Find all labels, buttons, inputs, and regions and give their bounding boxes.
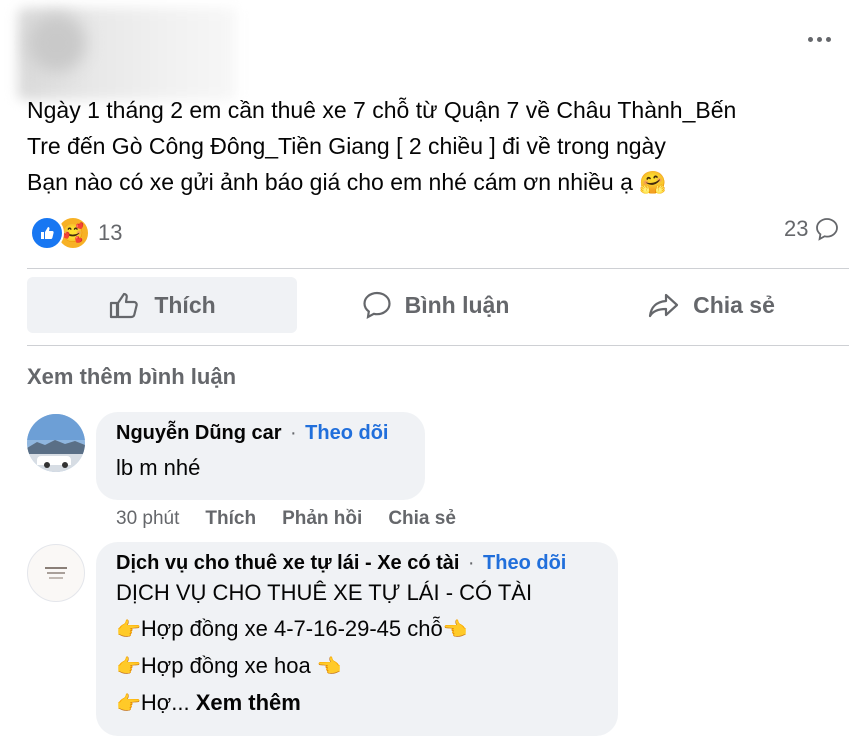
comment-bubble-icon bbox=[816, 218, 839, 241]
share-label: Chia sẻ bbox=[693, 291, 775, 318]
post-line: Tre đến Gò Công Đông_Tiền Giang [ 2 chiề… bbox=[27, 133, 666, 159]
divider bbox=[27, 268, 849, 269]
post-action-bar: Thích Bình luận Chia sẻ bbox=[27, 277, 849, 333]
comment-text-line: DỊCH VỤ CHO THUÊ XE TỰ LÁI - CÓ TÀI bbox=[116, 580, 533, 605]
comment-text-line: 👉Hợp đồng xe hoa 👈 bbox=[116, 648, 598, 685]
view-more-comments-link[interactable]: Xem thêm bình luận bbox=[27, 364, 236, 390]
follow-link[interactable]: Theo dõi bbox=[483, 552, 566, 574]
comment-like-link[interactable]: Thích bbox=[205, 508, 256, 530]
pointing-hand-icon: 👈 bbox=[316, 656, 342, 678]
thumbs-up-reaction-icon bbox=[30, 216, 64, 250]
pointing-hand-icon: 👉 bbox=[116, 656, 141, 678]
like-label: Thích bbox=[154, 291, 216, 318]
commenter-avatar[interactable] bbox=[27, 414, 85, 472]
commenter-name[interactable]: Dịch vụ cho thuê xe tự lái - Xe có tài bbox=[116, 552, 459, 574]
comment-text-line: 👉Hợp đồng xe 4-7-16-29-45 chỗ👈 bbox=[116, 611, 598, 648]
comment-bubble: Dịch vụ cho thuê xe tự lái - Xe có tài ·… bbox=[96, 542, 618, 736]
comment-time[interactable]: 30 phút bbox=[116, 508, 179, 530]
reaction-summary[interactable]: 🥰 13 bbox=[30, 214, 122, 252]
comment-meta: 30 phút Thích Phản hồi Chia sẻ bbox=[116, 508, 456, 530]
separator-dot: · bbox=[467, 552, 475, 574]
comment-count[interactable]: 23 bbox=[784, 216, 840, 242]
follow-link[interactable]: Theo dõi bbox=[305, 422, 388, 444]
reaction-count: 13 bbox=[98, 220, 123, 245]
comment-button[interactable]: Bình luận bbox=[297, 277, 573, 333]
pointing-hand-icon: 👉 bbox=[116, 619, 141, 641]
commenter-avatar[interactable] bbox=[27, 544, 85, 602]
more-options-button[interactable] bbox=[802, 26, 836, 52]
separator-dot: · bbox=[290, 422, 297, 444]
comment-bubble: Nguyễn Dũng car · Theo dõi lb m nhé bbox=[96, 412, 425, 500]
pointing-hand-icon: 👈 bbox=[442, 619, 468, 641]
comment-text: lb m nhé bbox=[116, 455, 201, 480]
post-body: Ngày 1 tháng 2 em cần thuê xe 7 chỗ từ Q… bbox=[27, 92, 847, 201]
see-more-link[interactable]: Xem thêm bbox=[196, 690, 301, 715]
divider bbox=[27, 345, 849, 346]
like-button[interactable]: Thích bbox=[27, 277, 297, 333]
share-button[interactable]: Chia sẻ bbox=[573, 277, 849, 333]
comment-text-line: 👉Hợ... Xem thêm bbox=[116, 685, 598, 722]
comment-icon bbox=[363, 291, 391, 320]
more-dot-icon bbox=[807, 36, 813, 42]
post-line: Ngày 1 tháng 2 em cần thuê xe 7 chỗ từ Q… bbox=[27, 97, 737, 123]
thumbs-up-icon bbox=[110, 292, 139, 319]
hugging-face-emoji-icon: 🤗 bbox=[639, 170, 667, 195]
comment-count-value: 23 bbox=[784, 216, 809, 241]
comment-reply-link[interactable]: Phản hồi bbox=[282, 508, 362, 530]
post-line: Bạn nào có xe gửi ảnh báo giá cho em nhé… bbox=[27, 169, 667, 195]
comment-label: Bình luận bbox=[404, 291, 510, 318]
comment-share-link[interactable]: Chia sẻ bbox=[388, 508, 456, 530]
commenter-name[interactable]: Nguyễn Dũng car bbox=[116, 422, 282, 444]
more-dot-icon bbox=[825, 36, 831, 42]
author-avatar[interactable] bbox=[28, 14, 86, 72]
more-dot-icon bbox=[816, 36, 822, 42]
pointing-hand-icon: 👉 bbox=[116, 693, 141, 715]
share-icon bbox=[648, 293, 679, 318]
